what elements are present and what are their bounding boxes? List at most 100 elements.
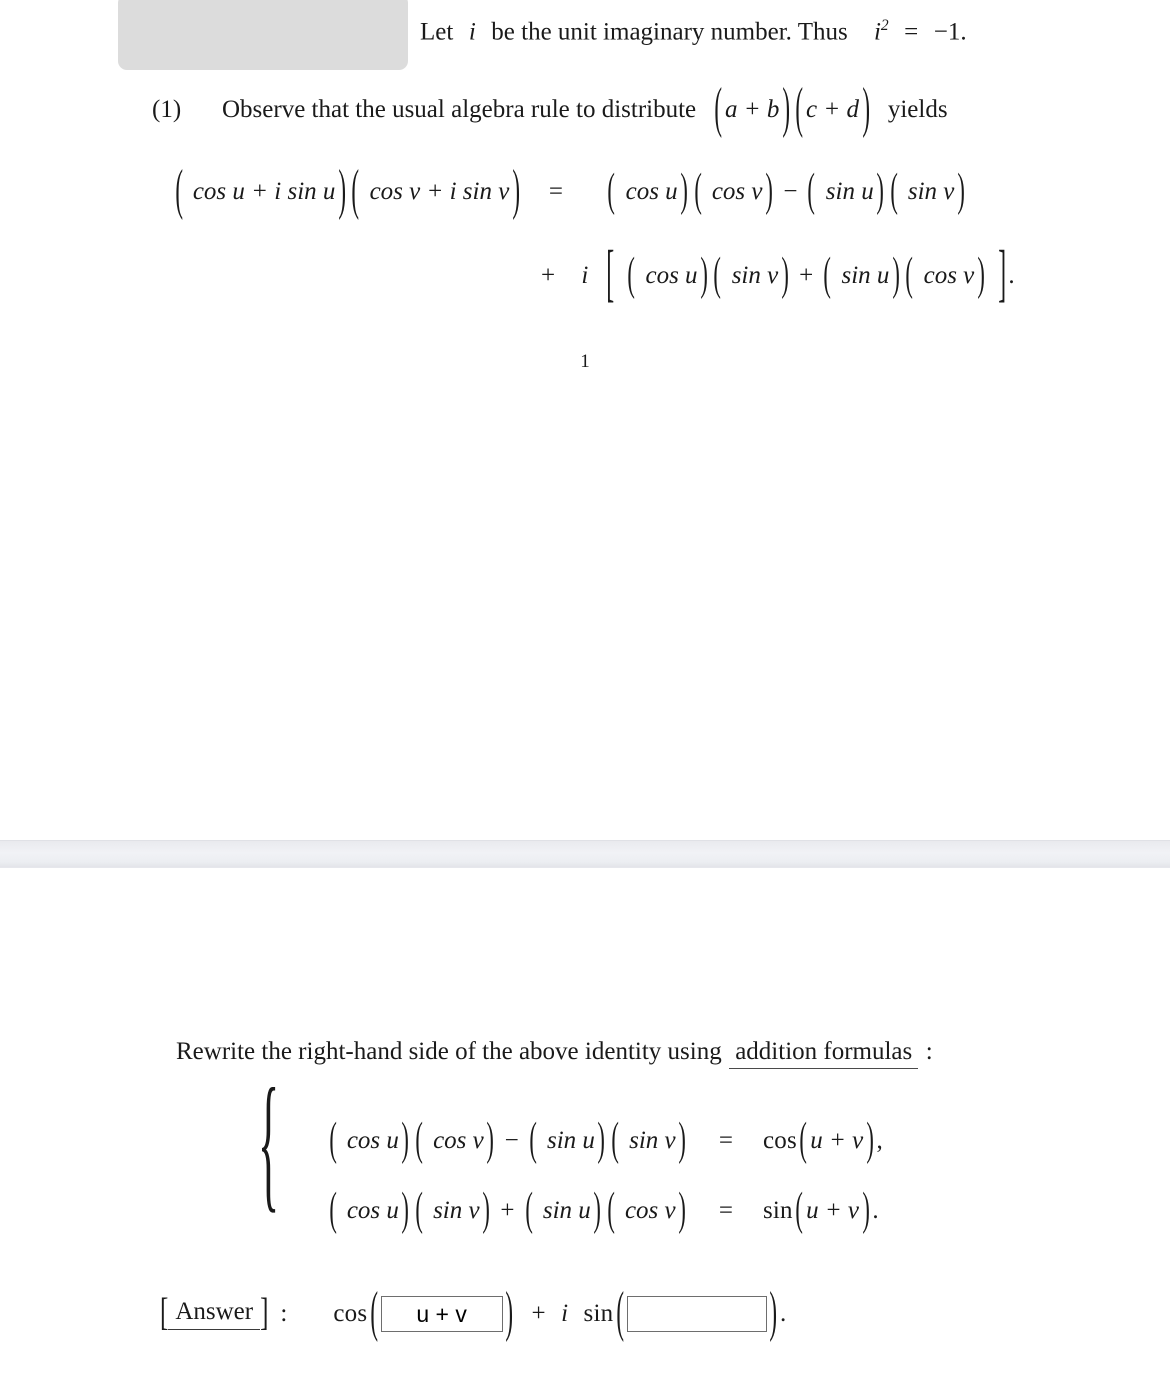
display-equation-line-2: + i[(cos u)(sin v) +(sin u)(cos v)]. bbox=[541, 240, 1015, 309]
open-bracket-icon: [ bbox=[160, 1292, 169, 1335]
item-one-factor-1: a + b bbox=[725, 96, 780, 123]
open-paren-icon: ( bbox=[174, 160, 183, 221]
open-paren-icon: ( bbox=[370, 1282, 378, 1343]
close-paren-icon: ) bbox=[765, 165, 773, 216]
close-paren-icon: ) bbox=[782, 78, 790, 139]
cos-argument-input[interactable] bbox=[380, 1296, 503, 1332]
header-i-squared-exponent: 2 bbox=[880, 17, 889, 34]
eq2-plus: + bbox=[541, 262, 556, 289]
close-paren-icon: ) bbox=[876, 165, 885, 216]
header-phrase: be the unit imaginary number. Thus bbox=[491, 18, 848, 46]
eq1-term-2: cos v bbox=[711, 178, 763, 205]
header-statement: Let i be the unit imaginary number. Thus i2… bbox=[420, 17, 967, 46]
eq1-left-factor-2: cos v + i sin v bbox=[369, 178, 510, 205]
sys-row0-term-1: cos u bbox=[346, 1127, 399, 1154]
close-paren-icon: ) bbox=[482, 1184, 491, 1235]
sys-row0-result-fn: cos bbox=[762, 1127, 797, 1154]
eq1-term-1: cos u bbox=[625, 178, 678, 205]
eq1-term-3: sin u bbox=[825, 178, 874, 205]
sys-row1-result-arg: u + v bbox=[806, 1197, 860, 1224]
eq2-symbol-i: i bbox=[581, 262, 589, 289]
eq2-period: . bbox=[1008, 262, 1015, 289]
open-paren-icon: ( bbox=[905, 249, 914, 300]
sys-row1-sign: + bbox=[500, 1197, 515, 1224]
open-paren-icon: ( bbox=[627, 249, 636, 300]
close-paren-icon: ) bbox=[892, 249, 900, 300]
open-paren-icon: ( bbox=[524, 1184, 533, 1235]
header-let: Let bbox=[420, 18, 454, 46]
eq2-term-3: sin u bbox=[841, 262, 890, 289]
left-curly-brace-icon: { bbox=[258, 1057, 280, 1227]
header-value: −1. bbox=[933, 18, 967, 46]
item-one-text-before: Observe that the usual algebra rule to d… bbox=[222, 96, 697, 123]
sys-row1-equals: = bbox=[718, 1197, 733, 1224]
answer-cos-label: cos bbox=[333, 1300, 368, 1327]
sys-row1-term-4: cos v bbox=[624, 1197, 676, 1224]
open-paren-icon: ( bbox=[889, 165, 898, 216]
formula-system-rows: (cos u)(cos v) −(sin u)(sin v) = cos(u + v)… bbox=[326, 1106, 883, 1246]
answer-period: . bbox=[779, 1300, 787, 1327]
open-paren-icon: ( bbox=[823, 249, 832, 300]
sin-argument-input[interactable] bbox=[626, 1296, 767, 1332]
answer-sin-label: sin bbox=[583, 1300, 614, 1327]
answer-label: Answer bbox=[168, 1298, 261, 1330]
sys-row0-sign: − bbox=[504, 1127, 519, 1154]
rewrite-prompt: Rewrite the right-hand side of the above… bbox=[176, 1038, 933, 1069]
open-paren-icon: ( bbox=[607, 1184, 615, 1235]
open-paren-icon: ( bbox=[607, 165, 616, 216]
item-one-factor-2: c + d bbox=[806, 96, 859, 123]
close-paren-icon: ) bbox=[338, 160, 346, 221]
open-paren-icon: ( bbox=[795, 78, 804, 139]
open-paren-icon: ( bbox=[616, 1282, 624, 1343]
sys-row0-term-4: sin v bbox=[629, 1127, 676, 1154]
rewrite-colon: : bbox=[925, 1038, 933, 1065]
answer-colon: : bbox=[280, 1300, 288, 1327]
close-paren-icon: ) bbox=[505, 1282, 514, 1343]
answer-tag: [Answer] bbox=[160, 1292, 268, 1334]
sys-row0-term-2: cos v bbox=[433, 1127, 484, 1154]
eq2-term-1: cos u bbox=[645, 262, 698, 289]
item-one: (1) Observe that the usual algebra rule t… bbox=[152, 78, 948, 139]
image-placeholder bbox=[118, 0, 408, 70]
open-paren-icon: ( bbox=[351, 160, 360, 221]
close-paren-icon: ) bbox=[401, 1184, 410, 1235]
header-i-squared-base: i bbox=[873, 18, 881, 46]
open-paren-icon: ( bbox=[328, 1184, 337, 1235]
eq1-term-4: sin v bbox=[907, 178, 955, 205]
item-one-number: (1) bbox=[152, 96, 182, 123]
sys-row0-result-arg: u + v bbox=[810, 1127, 864, 1154]
open-paren-icon: ( bbox=[415, 1184, 423, 1235]
close-paren-icon: ) bbox=[593, 1184, 602, 1235]
close-paren-icon: ) bbox=[769, 1282, 778, 1343]
close-paren-icon: ) bbox=[678, 1184, 687, 1235]
header-symbol-i: i bbox=[468, 18, 476, 46]
item-one-text-after: yields bbox=[887, 96, 948, 123]
sys-row1-term-1: cos u bbox=[346, 1197, 399, 1224]
sys-row0-term-3: sin u bbox=[547, 1127, 595, 1154]
answer-plus: + bbox=[531, 1300, 546, 1327]
close-paren-icon: ) bbox=[700, 249, 708, 300]
close-paren-icon: ) bbox=[957, 165, 965, 216]
eq1-minus: − bbox=[783, 178, 798, 205]
close-paren-icon: ) bbox=[977, 249, 985, 300]
open-paren-icon: ( bbox=[713, 249, 722, 300]
answer-symbol-i: i bbox=[561, 1300, 569, 1327]
answer-row: [Answer]:cos()+isin(). bbox=[160, 1282, 787, 1343]
close-paren-icon: ) bbox=[861, 1184, 870, 1235]
sys-row1-term-2: sin v bbox=[433, 1197, 480, 1224]
formula-system: { (cos u)(cos v) −(sin u)(sin v) = cos(u + … bbox=[258, 1057, 883, 1246]
open-bracket-icon: [ bbox=[606, 239, 615, 309]
close-bracket-icon: ] bbox=[997, 239, 1006, 309]
display-equation-line-1: (cos u + i sin u)(cos v + i sin v) =(cos … bbox=[172, 160, 968, 221]
open-paren-icon: ( bbox=[714, 78, 723, 139]
eq1-equals: = bbox=[548, 178, 564, 205]
sys-row0-equals: = bbox=[718, 1127, 733, 1154]
page-number: 1 bbox=[580, 351, 590, 372]
section-divider bbox=[0, 840, 1170, 868]
open-paren-icon: ( bbox=[693, 165, 702, 216]
sys-row0-terminator: , bbox=[876, 1127, 883, 1154]
eq2-term-4: cos v bbox=[923, 262, 975, 289]
close-bracket-icon: ] bbox=[260, 1292, 269, 1335]
rewrite-underlined-term: addition formulas bbox=[729, 1038, 919, 1069]
close-paren-icon: ) bbox=[512, 160, 520, 221]
